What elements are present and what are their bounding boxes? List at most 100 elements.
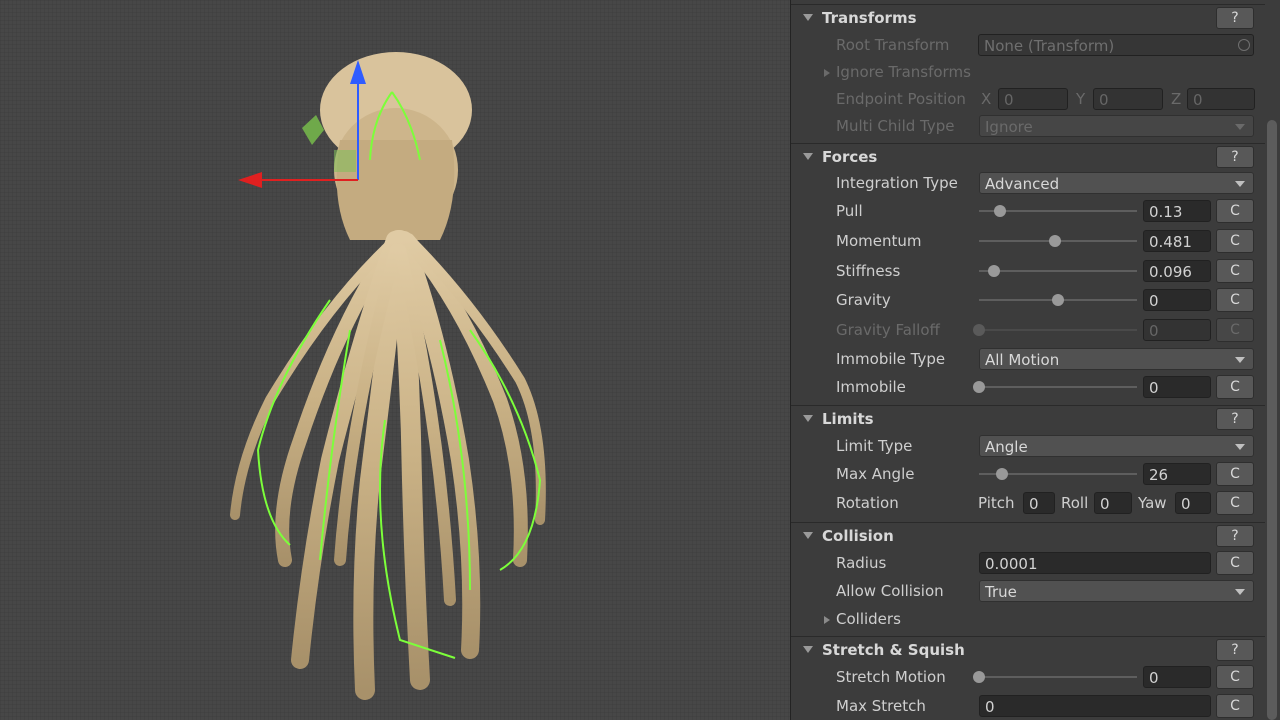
foldout-arrow-icon[interactable]: [824, 69, 830, 77]
collapse-arrow-icon[interactable]: [803, 532, 813, 539]
limit-type-dropdown[interactable]: Angle: [979, 435, 1254, 457]
field-label: Gravity: [836, 291, 891, 309]
help-button[interactable]: ?: [1216, 145, 1254, 168]
stiffness-slider-handle[interactable]: [988, 265, 1001, 277]
field-label: Colliders: [836, 610, 901, 628]
curve-button[interactable]: C: [1216, 259, 1254, 283]
gizmo-x-arrow: [238, 172, 262, 188]
curve-button[interactable]: C: [1216, 694, 1254, 718]
scene-viewport[interactable]: [0, 0, 790, 720]
endpoint-x-field[interactable]: 0: [998, 88, 1068, 110]
z-axis-label: Z: [1171, 90, 1182, 108]
curve-button[interactable]: C: [1216, 199, 1254, 223]
dropdown-caret-icon: [1235, 124, 1245, 130]
pull-row: Pull 0.13 C: [791, 198, 1265, 224]
root-transform-field[interactable]: None (Transform): [978, 34, 1254, 56]
foldout-arrow-icon[interactable]: [824, 616, 830, 624]
radius-field[interactable]: 0.0001: [979, 552, 1211, 574]
immobile-slider-handle[interactable]: [973, 381, 985, 393]
curve-button[interactable]: C: [1216, 288, 1254, 312]
immobile-value-field[interactable]: 0: [1143, 376, 1211, 398]
hair-strands: [230, 230, 546, 700]
limit-type-row: Limit Type Angle: [791, 433, 1265, 459]
gizmo-plane-handle: [334, 150, 356, 172]
integration-type-dropdown[interactable]: Advanced: [979, 172, 1254, 194]
max-angle-slider-handle[interactable]: [995, 468, 1008, 480]
colliders-row[interactable]: Colliders: [791, 606, 1265, 632]
curve-button: C: [1216, 318, 1254, 342]
field-label: Endpoint Position: [836, 90, 966, 108]
gravity-value-field[interactable]: 0: [1143, 289, 1211, 311]
stiffness-value-field[interactable]: 0.096: [1143, 260, 1211, 282]
collapse-arrow-icon[interactable]: [803, 646, 813, 653]
section-title: Transforms: [822, 8, 917, 27]
immobile-slider-track[interactable]: [979, 386, 1137, 388]
stretch-motion-value-field[interactable]: 0: [1143, 666, 1211, 688]
multi-child-row: Multi Child Type Ignore: [791, 113, 1265, 139]
field-label: Root Transform: [836, 36, 950, 54]
leaf-decoration: [302, 115, 324, 145]
endpoint-position-row: Endpoint Position X 0 Y 0 Z 0: [791, 86, 1265, 112]
help-button[interactable]: ?: [1216, 524, 1254, 547]
max-angle-value-field[interactable]: 26: [1143, 463, 1211, 485]
curve-button[interactable]: C: [1216, 462, 1254, 486]
stretch-motion-row: Stretch Motion 0 C: [791, 664, 1265, 690]
inspector-panel: Transforms ? Root Transform None (Transf…: [790, 0, 1280, 720]
max-stretch-field[interactable]: 0: [979, 695, 1211, 717]
dropdown-caret-icon: [1235, 357, 1245, 363]
stretch-squish-header[interactable]: Stretch & Squish ?: [791, 636, 1265, 662]
field-label: Stiffness: [836, 262, 901, 280]
section-title: Limits: [822, 409, 874, 428]
momentum-row: Momentum 0.481 C: [791, 228, 1265, 254]
dropdown-value: Ignore: [985, 118, 1033, 136]
momentum-slider-handle[interactable]: [1048, 235, 1061, 247]
roll-field[interactable]: 0: [1094, 492, 1132, 514]
object-picker-icon[interactable]: [1238, 39, 1250, 51]
gravity-slider-handle[interactable]: [1052, 294, 1064, 306]
pitch-field[interactable]: 0: [1023, 492, 1055, 514]
dropdown-value: Angle: [985, 438, 1028, 456]
collision-header[interactable]: Collision ?: [791, 522, 1265, 548]
curve-button[interactable]: C: [1216, 491, 1254, 515]
yaw-field[interactable]: 0: [1175, 492, 1211, 514]
collapse-arrow-icon[interactable]: [803, 14, 813, 21]
allow-collision-dropdown[interactable]: True: [979, 580, 1254, 602]
ignore-transforms-row[interactable]: Ignore Transforms: [791, 59, 1265, 85]
immobile-row: Immobile 0 C: [791, 374, 1265, 400]
pull-slider-handle[interactable]: [993, 205, 1006, 217]
stretch-motion-slider-track[interactable]: [979, 676, 1137, 678]
radius-row: Radius 0.0001 C: [791, 550, 1265, 576]
curve-button[interactable]: C: [1216, 375, 1254, 399]
curve-button[interactable]: C: [1216, 665, 1254, 689]
y-axis-label: Y: [1076, 90, 1086, 108]
multi-child-dropdown[interactable]: Ignore: [979, 115, 1254, 137]
field-label: Limit Type: [836, 437, 913, 455]
curve-button[interactable]: C: [1216, 551, 1254, 575]
field-label: Gravity Falloff: [836, 321, 940, 339]
max-stretch-row: Max Stretch 0 C: [791, 693, 1265, 719]
stiffness-slider-track[interactable]: [979, 270, 1137, 272]
inspector-scrollbar[interactable]: [1267, 120, 1277, 720]
help-button[interactable]: ?: [1216, 638, 1254, 661]
help-button[interactable]: ?: [1216, 6, 1254, 29]
section-title: Stretch & Squish: [822, 640, 965, 659]
endpoint-y-field[interactable]: 0: [1093, 88, 1163, 110]
forces-header[interactable]: Forces ?: [791, 143, 1265, 169]
immobile-type-dropdown[interactable]: All Motion: [979, 348, 1254, 370]
curve-button[interactable]: C: [1216, 229, 1254, 253]
gravity-row: Gravity 0 C: [791, 287, 1265, 313]
pull-value-field[interactable]: 0.13: [1143, 200, 1211, 222]
limits-header[interactable]: Limits ?: [791, 405, 1265, 431]
endpoint-z-field[interactable]: 0: [1187, 88, 1255, 110]
dropdown-value: All Motion: [985, 351, 1060, 369]
transforms-header[interactable]: Transforms ?: [791, 4, 1265, 30]
help-button[interactable]: ?: [1216, 407, 1254, 430]
collapse-arrow-icon[interactable]: [803, 153, 813, 160]
section-title: Collision: [822, 526, 894, 545]
stretch-motion-slider-handle[interactable]: [973, 671, 985, 683]
field-label: Radius: [836, 554, 887, 572]
dropdown-value: True: [985, 583, 1017, 601]
field-label: Immobile: [836, 378, 906, 396]
collapse-arrow-icon[interactable]: [803, 415, 813, 422]
momentum-value-field[interactable]: 0.481: [1143, 230, 1211, 252]
